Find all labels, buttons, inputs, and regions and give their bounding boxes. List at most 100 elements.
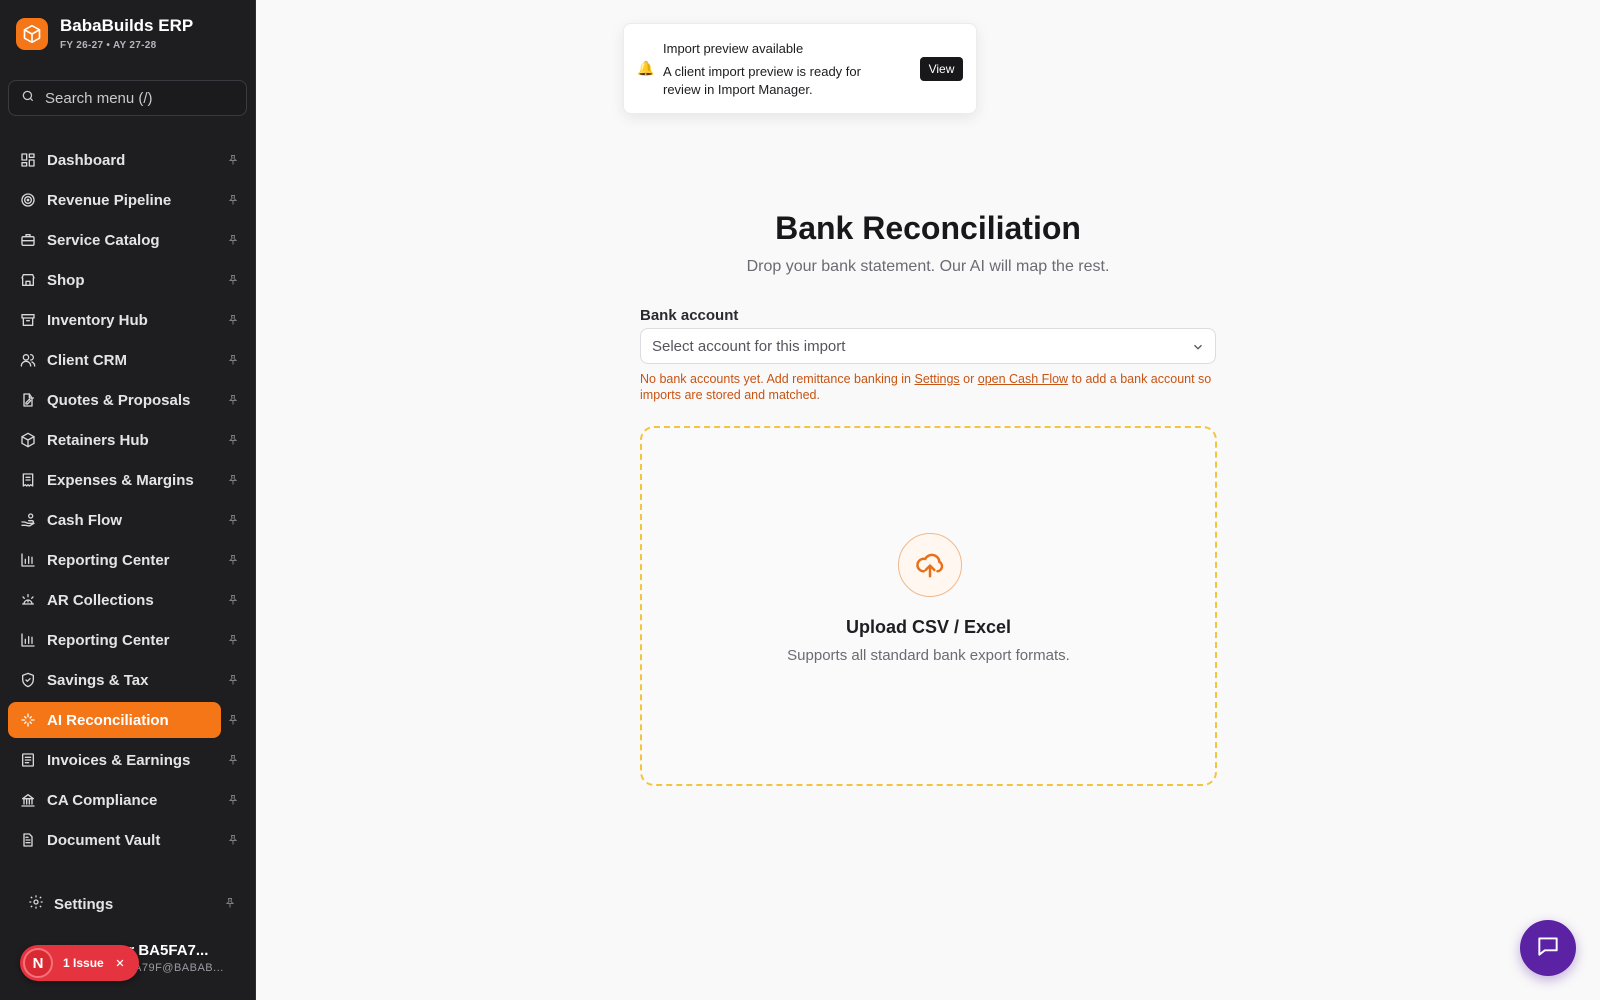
toast-view-button[interactable]: View: [920, 57, 963, 81]
archive-icon: [19, 311, 37, 329]
sidebar-item-label: Savings & Tax: [47, 671, 149, 689]
sidebar-item-label: Revenue Pipeline: [47, 191, 172, 209]
toast-title: Import preview available: [663, 41, 804, 56]
sidebar-item-label: Reporting Center: [47, 551, 170, 569]
target-icon: [19, 191, 37, 209]
sidebar-item-label: Document Vault: [47, 831, 161, 849]
sidebar-item-ca-compliance[interactable]: CA Compliance: [8, 782, 248, 818]
alarm-icon: [19, 591, 37, 609]
pin-icon[interactable]: [226, 272, 240, 288]
briefcase-icon: [19, 231, 37, 249]
sidebar-item-cash-flow[interactable]: Cash Flow: [8, 502, 248, 538]
sidebar-item-label: Service Catalog: [47, 231, 160, 249]
pin-icon[interactable]: [226, 512, 240, 528]
pin-icon[interactable]: [226, 712, 240, 728]
cube-logo-icon: [16, 17, 48, 50]
pin-icon[interactable]: [226, 432, 240, 448]
cloud-upload-icon: [898, 533, 962, 597]
app-title: BabaBuilds ERP: [60, 16, 194, 35]
sidebar-item-service-catalog[interactable]: Service Catalog: [8, 222, 248, 258]
sidebar-item-quotes-and-proposals[interactable]: Quotes & Proposals: [8, 382, 248, 418]
upload-dropzone[interactable]: Upload CSV / Excel Supports all standard…: [640, 426, 1217, 786]
toast-body: A client import preview is ready for rev…: [663, 64, 861, 97]
sidebar-item-label: Inventory Hub: [47, 311, 148, 329]
sparkles-icon: [19, 711, 37, 729]
sidebar-item-inventory-hub[interactable]: Inventory Hub: [8, 302, 248, 338]
issue-badge[interactable]: N 1 Issue: [20, 945, 139, 981]
sidebar-item-reporting-center[interactable]: Reporting Center: [8, 542, 248, 578]
sidebar-item-savings-and-tax[interactable]: Savings & Tax: [8, 662, 248, 698]
pin-icon[interactable]: [226, 832, 240, 848]
open-cash-flow-link[interactable]: open Cash Flow: [978, 372, 1068, 386]
upload-subtitle: Supports all standard bank export format…: [787, 647, 1070, 664]
sidebar-item-label: CA Compliance: [47, 791, 158, 809]
issue-count-label: 1 Issue: [63, 956, 104, 970]
search-input[interactable]: [45, 89, 235, 107]
user-email: A79F@BABAB...: [134, 962, 224, 974]
pin-icon[interactable]: [226, 672, 240, 688]
pin-icon[interactable]: [226, 792, 240, 808]
bank-account-select[interactable]: Select account for this import: [640, 328, 1216, 364]
chat-button[interactable]: [1520, 920, 1576, 976]
sidebar-item-label: AI Reconciliation: [47, 711, 169, 729]
chat-icon: [1535, 933, 1561, 964]
sidebar-item-ai-reconciliation[interactable]: AI Reconciliation: [8, 702, 238, 738]
sidebar-item-ar-collections[interactable]: AR Collections: [8, 582, 248, 618]
close-icon[interactable]: [114, 957, 126, 969]
sidebar-item-label: Quotes & Proposals: [47, 391, 191, 409]
sidebar-nav: Dashboard Revenue Pipeline Service Catalog…: [8, 142, 248, 862]
sidebar-item-expenses-and-margins[interactable]: Expenses & Margins: [8, 462, 248, 498]
sidebar-item-shop[interactable]: Shop: [8, 262, 248, 298]
sidebar-item-dashboard[interactable]: Dashboard: [8, 142, 248, 178]
pin-icon[interactable]: [226, 312, 240, 328]
sidebar-item-label: Reporting Center: [47, 631, 170, 649]
sidebar-item-client-crm[interactable]: Client CRM: [8, 342, 248, 378]
pin-icon[interactable]: [226, 192, 240, 208]
dashboard-icon: [19, 151, 37, 169]
sidebar-item-document-vault[interactable]: Document Vault: [8, 822, 248, 858]
sidebar: BabaBuilds ERP FY 26-27 • AY 27-28 Dashb…: [0, 0, 256, 1000]
issue-avatar: N: [23, 948, 53, 978]
settings-link[interactable]: Settings: [914, 372, 959, 386]
search-box[interactable]: [8, 80, 247, 116]
sidebar-item-label: Dashboard: [47, 151, 126, 169]
sidebar-item-label: Cash Flow: [47, 511, 123, 529]
import-preview-toast: 🔔 Import preview available A client impo…: [623, 23, 977, 114]
no-bank-accounts-hint: No bank accounts yet. Add remittance ban…: [640, 371, 1216, 403]
page-title: Bank Reconciliation: [775, 210, 1081, 246]
sidebar-item-invoices-and-earnings[interactable]: Invoices & Earnings: [8, 742, 248, 778]
upload-title: Upload CSV / Excel: [845, 617, 1012, 637]
pin-icon[interactable]: [226, 232, 240, 248]
bell-icon: 🔔: [637, 60, 655, 76]
pin-icon[interactable]: [226, 592, 240, 608]
hint-prefix: No bank accounts yet. Add remittance ban…: [640, 372, 911, 386]
sidebar-item-label: Settings: [54, 895, 114, 913]
pin-icon[interactable]: [226, 352, 240, 368]
sidebar-item-label: Client CRM: [47, 351, 127, 369]
pin-icon[interactable]: [224, 896, 236, 915]
chevron-down-icon: [1191, 340, 1205, 359]
store-icon: [19, 271, 37, 289]
landmark-icon: [19, 791, 37, 809]
sidebar-item-settings[interactable]: Settings: [16, 886, 248, 922]
brand[interactable]: BabaBuilds ERP FY 26-27 • AY 27-28: [16, 16, 193, 51]
sidebar-item-retainers-hub[interactable]: Retainers Hub: [8, 422, 248, 458]
hint-or: or: [963, 372, 975, 386]
pin-icon[interactable]: [226, 752, 240, 768]
sidebar-item-label: AR Collections: [47, 591, 154, 609]
users-icon: [19, 351, 37, 369]
invoice-icon: [19, 751, 37, 769]
bank-account-placeholder: Select account for this import: [652, 337, 846, 355]
sidebar-item-label: Retainers Hub: [47, 431, 149, 449]
fiscal-year-label: FY 26-27 • AY 27-28: [60, 40, 157, 51]
pin-icon[interactable]: [226, 472, 240, 488]
gear-icon: [28, 894, 44, 915]
pin-icon[interactable]: [226, 632, 240, 648]
pin-icon[interactable]: [226, 152, 240, 168]
pin-icon[interactable]: [226, 552, 240, 568]
sidebar-item-reporting-center[interactable]: Reporting Center: [8, 622, 248, 658]
sidebar-item-revenue-pipeline[interactable]: Revenue Pipeline: [8, 182, 248, 218]
pin-icon[interactable]: [226, 392, 240, 408]
receipt-icon: [19, 471, 37, 489]
sidebar-item-label: Invoices & Earnings: [47, 751, 191, 769]
